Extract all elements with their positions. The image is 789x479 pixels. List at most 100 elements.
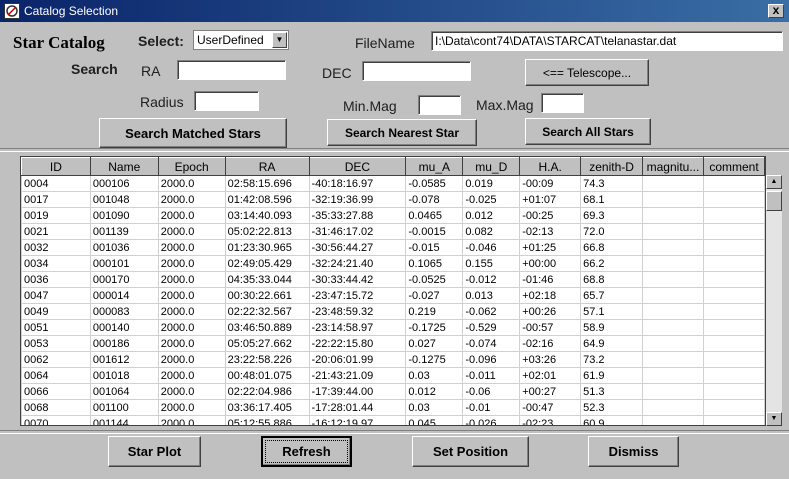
ra-label: RA: [141, 63, 161, 79]
table-cell: 2000.0: [157, 223, 226, 240]
table-cell: -0.1725: [405, 319, 464, 336]
telescope-button[interactable]: <== Telescope...: [525, 59, 649, 86]
vertical-scrollbar[interactable]: ▲ ▼: [766, 175, 782, 426]
window-title: Catalog Selection: [24, 4, 119, 18]
table-cell: 66.2: [580, 255, 644, 272]
divider: [0, 148, 789, 152]
column-header-5[interactable]: mu_A: [405, 157, 464, 176]
column-header-9[interactable]: magnitu...: [642, 157, 704, 176]
ra-field[interactable]: [177, 60, 286, 80]
table-cell: [702, 415, 765, 425]
table-cell: -0.1275: [405, 351, 464, 368]
table-row[interactable]: 0049 000083 2000.0 02:22:32.567 -23:48:59.32…: [21, 303, 765, 320]
table-cell: [702, 399, 765, 416]
table-row[interactable]: 0062 001612 2000.0 23:22:58.226 -20:06:01.99…: [21, 351, 765, 368]
refresh-button[interactable]: Refresh: [261, 436, 352, 467]
table-cell: -40:18:16.97: [308, 175, 407, 192]
table-cell: [702, 191, 765, 208]
column-header-6[interactable]: mu_D: [462, 157, 521, 176]
column-header-8[interactable]: zenith-D: [580, 157, 644, 176]
dismiss-button[interactable]: Dismiss: [588, 436, 679, 467]
scroll-down-icon[interactable]: ▼: [766, 412, 782, 426]
table-cell: 2000.0: [157, 255, 226, 272]
table-row[interactable]: 0066 001064 2000.0 02:22:04.986 -17:39:44.00…: [21, 383, 765, 400]
column-header-3[interactable]: RA: [224, 157, 310, 176]
maxmag-field[interactable]: [541, 93, 584, 113]
table-row[interactable]: 0047 000014 2000.0 00:30:22.661 -23:47:15.72…: [21, 287, 765, 304]
table-cell: [702, 319, 765, 336]
column-header-1[interactable]: Name: [89, 157, 159, 176]
table-cell: +00:00: [519, 255, 582, 272]
table-cell: 64.9: [580, 335, 644, 352]
search-nearest-star-button[interactable]: Search Nearest Star: [327, 119, 477, 146]
search-all-stars-button[interactable]: Search All Stars: [525, 118, 651, 145]
table-cell: [702, 367, 765, 384]
set-position-button[interactable]: Set Position: [412, 436, 529, 467]
table-cell: 23:22:58.226: [224, 351, 310, 368]
table-cell: -0.012: [462, 271, 521, 288]
search-matched-stars-button[interactable]: Search Matched Stars: [99, 118, 287, 148]
select-label: Select:: [138, 33, 184, 49]
chevron-down-icon[interactable]: ▼: [272, 32, 287, 48]
star-plot-button[interactable]: Star Plot: [108, 436, 201, 467]
table-row[interactable]: 0070 001144 2000.0 05:12:55.886 -16:12:19.97…: [21, 415, 765, 425]
table-cell: -22:22:15.80: [308, 335, 407, 352]
table-row[interactable]: 0004 000106 2000.0 02:58:15.696 -40:18:16.97…: [21, 175, 765, 192]
table-row[interactable]: 0064 001018 2000.0 00:48:01.075 -21:43:21.09…: [21, 367, 765, 384]
star-table[interactable]: ID Name Epoch RA DEC mu_A mu_D H.A. zenith-D magn…: [20, 156, 766, 426]
table-cell: -16:12:19.97: [308, 415, 407, 425]
table-cell: 57.1: [580, 303, 644, 320]
table-row[interactable]: 0036 000170 2000.0 04:35:33.044 -30:33:44.42…: [21, 271, 765, 288]
table-cell: 2000.0: [157, 207, 226, 224]
table-cell: 2000.0: [157, 287, 226, 304]
title-bar[interactable]: Catalog Selection x: [0, 0, 789, 22]
table-body: 0004 000106 2000.0 02:58:15.696 -40:18:16.97…: [21, 175, 765, 425]
column-header-0[interactable]: ID: [21, 157, 91, 176]
table-cell: 001048: [89, 191, 159, 208]
table-row[interactable]: 0068 001100 2000.0 03:36:17.405 -17:28:01.44…: [21, 399, 765, 416]
table-cell: 2000.0: [157, 303, 226, 320]
column-header-10[interactable]: comment: [702, 157, 765, 176]
table-cell: 0064: [21, 367, 91, 384]
column-header-4[interactable]: DEC: [308, 157, 407, 176]
table-cell: -0.0585: [405, 175, 464, 192]
table-cell: [642, 367, 704, 384]
table-cell: -02:16: [519, 335, 582, 352]
table-row[interactable]: 0019 001090 2000.0 03:14:40.093 -35:33:27.88…: [21, 207, 765, 224]
table-cell: 73.2: [580, 351, 644, 368]
table-cell: -31:46:17.02: [308, 223, 407, 240]
table-row[interactable]: 0051 000140 2000.0 03:46:50.889 -23:14:58.97…: [21, 319, 765, 336]
table-cell: 0019: [21, 207, 91, 224]
scrollbar-thumb[interactable]: [766, 191, 782, 211]
table-row[interactable]: 0034 000101 2000.0 02:49:05.429 -32:24:21.40…: [21, 255, 765, 272]
table-row[interactable]: 0032 001036 2000.0 01:23:30.965 -30:56:44.27…: [21, 239, 765, 256]
table-cell: [702, 207, 765, 224]
table-cell: 001100: [89, 399, 159, 416]
table-cell: 02:49:05.429: [224, 255, 310, 272]
table-row[interactable]: 0053 000186 2000.0 05:05:27.662 -22:22:15.80…: [21, 335, 765, 352]
table-cell: 000170: [89, 271, 159, 288]
table-cell: +01:25: [519, 239, 582, 256]
table-cell: 001064: [89, 383, 159, 400]
table-cell: [642, 287, 704, 304]
filename-field[interactable]: [431, 31, 783, 51]
table-cell: 66.8: [580, 239, 644, 256]
minmag-field[interactable]: [418, 95, 461, 115]
table-row[interactable]: 0017 001048 2000.0 01:42:08.596 -32:19:36.99…: [21, 191, 765, 208]
table-cell: 0.082: [462, 223, 521, 240]
scroll-up-icon[interactable]: ▲: [766, 175, 782, 189]
catalog-select[interactable]: UserDefined ▼: [193, 30, 289, 50]
table-cell: 000186: [89, 335, 159, 352]
table-cell: 69.3: [580, 207, 644, 224]
table-cell: 2000.0: [157, 191, 226, 208]
table-row[interactable]: 0021 001139 2000.0 05:02:22.813 -31:46:17.02…: [21, 223, 765, 240]
table-cell: 2000.0: [157, 335, 226, 352]
dec-field[interactable]: [362, 61, 471, 81]
column-header-2[interactable]: Epoch: [157, 157, 226, 176]
table-cell: [702, 287, 765, 304]
maxmag-label: Max.Mag: [476, 97, 534, 113]
column-header-7[interactable]: H.A.: [519, 157, 582, 176]
close-button[interactable]: x: [768, 4, 784, 18]
radius-field[interactable]: [194, 91, 259, 111]
table-cell: [642, 335, 704, 352]
